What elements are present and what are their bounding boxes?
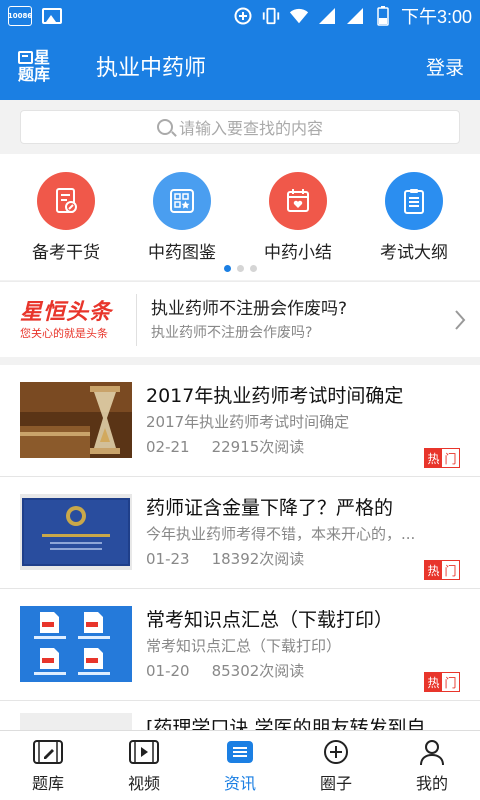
headline-subtitle: 执业药师不注册会作废吗? bbox=[151, 324, 313, 341]
news-reads: 85302次阅读 bbox=[211, 662, 305, 680]
news-thumbnail-files bbox=[20, 606, 132, 682]
image-notification-icon bbox=[42, 8, 62, 24]
hot-badge: 热门 bbox=[424, 448, 460, 468]
video-play-icon bbox=[129, 739, 159, 764]
vibrate-icon bbox=[261, 7, 281, 25]
news-reads: 22915次阅读 bbox=[211, 438, 305, 456]
battery-icon bbox=[373, 6, 393, 26]
tab-profile[interactable]: 我的 bbox=[384, 731, 480, 800]
data-saver-icon bbox=[233, 7, 253, 25]
carousel-dots bbox=[0, 265, 480, 272]
tab-label: 资讯 bbox=[223, 773, 256, 793]
tab-label: 圈子 bbox=[319, 773, 352, 793]
news-item[interactable]: 2017年执业药师考试时间确定 2017年执业药师考试时间确定 02-21 22… bbox=[0, 365, 480, 477]
login-button[interactable]: 登录 bbox=[426, 53, 464, 80]
category-grid: 备考干货 中药图鉴 中药小结 考试大纲 bbox=[0, 154, 480, 280]
hot-badge: 热门 bbox=[424, 672, 460, 692]
news-title: 常考知识点汇总（下载打印） bbox=[146, 609, 394, 631]
news-title: 2017年执业药师考试时间确定 bbox=[146, 385, 404, 407]
headline-brand-logo: 星恒头条 您关心的就是头条 bbox=[0, 293, 137, 346]
chevron-right-icon bbox=[440, 308, 480, 332]
wifi-icon bbox=[289, 7, 309, 25]
headline-title: 执业药师不注册会作废吗? bbox=[151, 298, 348, 319]
tab-question-bank[interactable]: 题库 bbox=[0, 731, 96, 800]
calendar-heart-icon bbox=[269, 172, 327, 230]
page-title[interactable]: 执业中药师 bbox=[96, 50, 206, 82]
bottom-tab-bar: 题库 视频 资讯 圈子 我的 bbox=[0, 730, 480, 800]
news-desc: 2017年执业药师考试时间确定 bbox=[146, 413, 350, 431]
carrier-badge: 10086 bbox=[8, 6, 32, 26]
news-item[interactable]: 药师证含金量下降了？严格的 今年执业药师考得不错，本来开心的，... 01-23… bbox=[0, 477, 480, 589]
headline-banner[interactable]: 星恒头条 您关心的就是头条 执业药师不注册会作废吗? 执业药师不注册会作废吗? bbox=[0, 281, 480, 357]
tab-video[interactable]: 视频 bbox=[96, 731, 192, 800]
signal-icon-2 bbox=[345, 7, 365, 25]
app-header: 星 题库 执业中药师 登录 bbox=[0, 32, 480, 100]
search-placeholder: 请输入要查找的内容 bbox=[178, 119, 323, 138]
news-desc: 今年执业药师考得不错，本来开心的，... bbox=[146, 525, 416, 543]
news-date: 01-20 bbox=[146, 662, 190, 680]
news-thumbnail-hourglass bbox=[20, 382, 132, 458]
news-date: 01-23 bbox=[146, 550, 190, 568]
news-thumbnail-certificate bbox=[20, 494, 132, 570]
clipboard-icon bbox=[385, 172, 443, 230]
tab-label: 视频 bbox=[127, 773, 160, 793]
carousel-dot[interactable] bbox=[236, 265, 244, 272]
hot-badge: 热门 bbox=[424, 560, 460, 580]
category-prep-materials[interactable]: 备考干货 bbox=[11, 172, 121, 263]
user-icon bbox=[420, 739, 444, 765]
news-desc: 常考知识点汇总（下载打印） bbox=[146, 637, 342, 655]
news-title: 药师证含金量下降了？严格的 bbox=[146, 497, 394, 519]
document-edit-icon bbox=[37, 172, 95, 230]
category-summary[interactable]: 中药小结 bbox=[243, 172, 353, 263]
edit-board-icon bbox=[33, 739, 63, 764]
search-icon bbox=[156, 119, 173, 135]
news-title: [药理学口诀 学医的朋友转发到自 bbox=[146, 717, 426, 730]
category-herb-atlas[interactable]: 中药图鉴 bbox=[127, 172, 237, 263]
news-reads: 18392次阅读 bbox=[211, 550, 305, 568]
tab-label: 题库 bbox=[31, 773, 64, 793]
news-item[interactable]: [药理学口诀 学医的朋友转发到自 bbox=[0, 701, 480, 730]
tab-circle[interactable]: 圈子 bbox=[288, 731, 384, 800]
category-syllabus[interactable]: 考试大纲 bbox=[359, 172, 469, 263]
status-bar: 10086 下午3:00 bbox=[0, 0, 480, 32]
tab-news[interactable]: 资讯 bbox=[192, 731, 288, 800]
news-date: 02-21 bbox=[146, 438, 190, 456]
clock: 下午3:00 bbox=[400, 7, 472, 27]
add-circle-icon bbox=[324, 739, 348, 764]
carousel-dot-active[interactable] bbox=[223, 265, 231, 272]
news-item[interactable]: 常考知识点汇总（下载打印） 常考知识点汇总（下载打印） 01-20 85302次… bbox=[0, 589, 480, 701]
news-thumbnail bbox=[20, 713, 132, 730]
grid-star-icon bbox=[153, 172, 211, 230]
tab-label: 我的 bbox=[415, 773, 448, 793]
search-area: 请输入要查找的内容 bbox=[0, 100, 480, 154]
news-list: 2017年执业药师考试时间确定 2017年执业药师考试时间确定 02-21 22… bbox=[0, 365, 480, 730]
news-icon bbox=[227, 740, 253, 763]
search-input[interactable]: 请输入要查找的内容 bbox=[20, 110, 460, 144]
signal-icon bbox=[317, 7, 337, 25]
carousel-dot[interactable] bbox=[249, 265, 257, 272]
app-logo: 星 题库 bbox=[18, 48, 51, 84]
